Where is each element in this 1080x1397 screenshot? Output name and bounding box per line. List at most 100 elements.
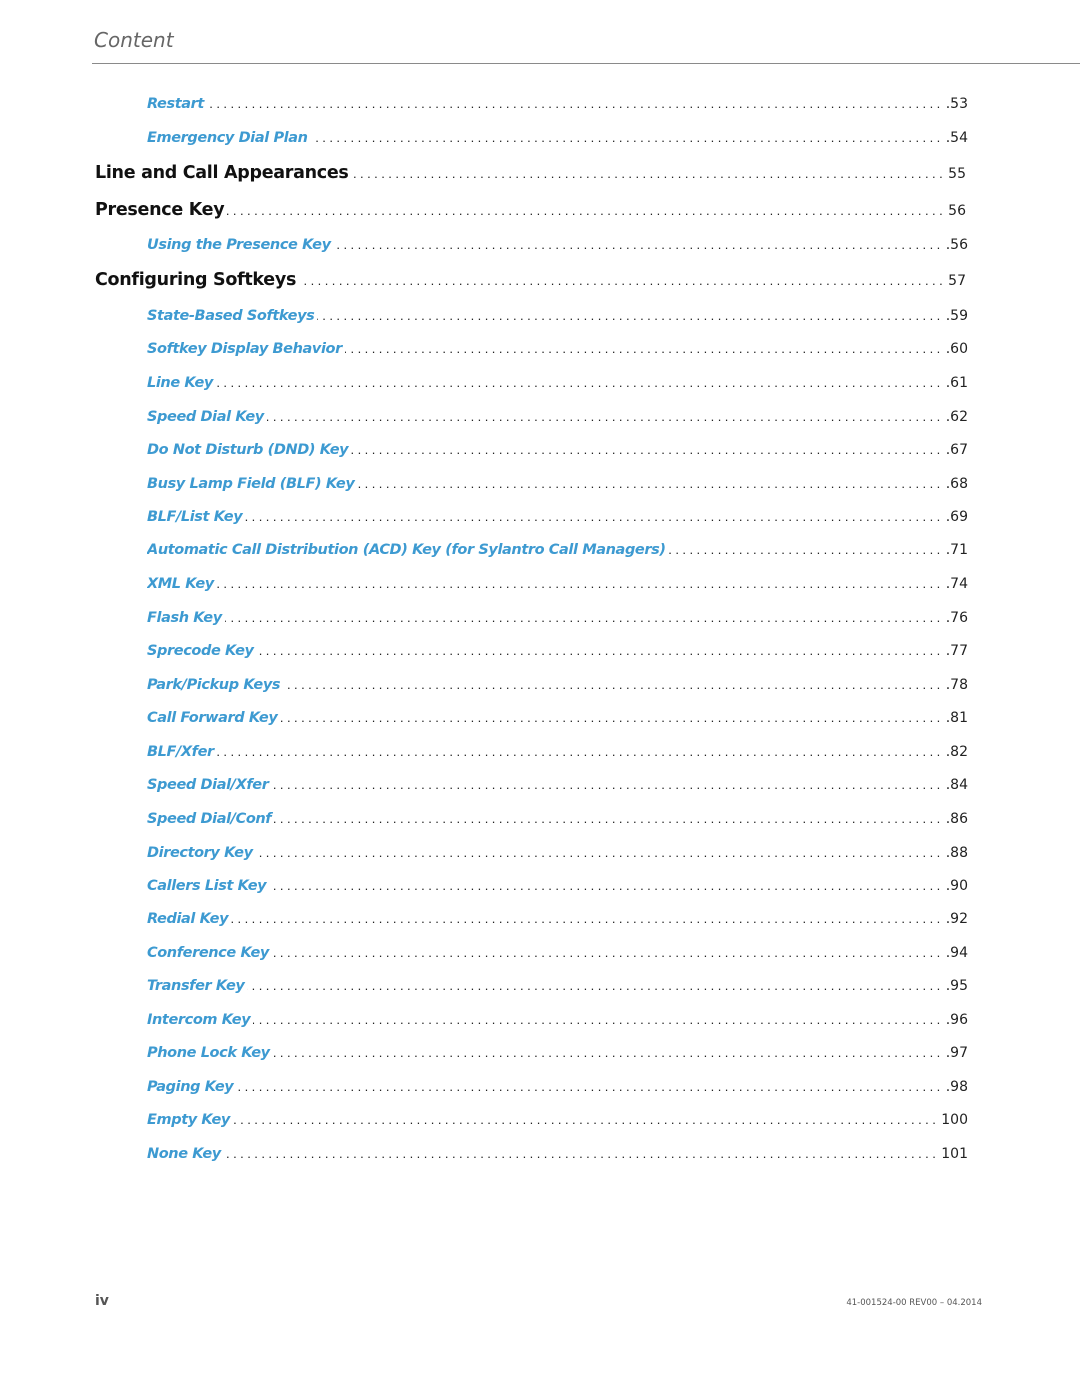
toc-dot-leader: ........................................… bbox=[224, 1146, 940, 1161]
toc-chapter-title[interactable]: Line and Call Appearances bbox=[95, 163, 349, 183]
toc-chapter-title[interactable]: Presence Key bbox=[95, 200, 225, 220]
toc-dot-leader: ........................................… bbox=[274, 811, 944, 826]
toc-page-number: .67 bbox=[945, 442, 968, 458]
toc-entry[interactable]: None Key................................… bbox=[147, 1146, 968, 1168]
toc-dot-leader: ........................................… bbox=[216, 576, 944, 591]
toc-dot-leader: ........................................… bbox=[253, 1012, 944, 1027]
toc-entry[interactable]: XML Key.................................… bbox=[147, 576, 968, 598]
toc-section-link[interactable]: Speed Dial/Conf bbox=[147, 811, 272, 827]
toc-entry[interactable]: Phone Lock Key..........................… bbox=[147, 1045, 968, 1067]
toc-dot-leader: ........................................… bbox=[351, 442, 944, 457]
toc-section-link[interactable]: Softkey Display Behavior bbox=[147, 341, 342, 357]
toc-page-number: .90 bbox=[945, 878, 968, 894]
toc-page-number: .94 bbox=[945, 945, 968, 961]
toc-page-number: .69 bbox=[945, 509, 968, 525]
toc-entry[interactable]: Emergency Dial Plan.....................… bbox=[147, 130, 968, 152]
toc-section-link[interactable]: Flash Key bbox=[147, 610, 222, 626]
toc-entry[interactable]: Speed Dial/Conf.........................… bbox=[147, 811, 968, 833]
toc-dot-leader: ........................................… bbox=[299, 273, 947, 288]
toc-entry[interactable]: Redial Key..............................… bbox=[147, 911, 968, 933]
toc-section-link[interactable]: Emergency Dial Plan bbox=[147, 130, 308, 146]
toc-page-number: .53 bbox=[945, 96, 968, 112]
toc-entry[interactable]: Directory Key...........................… bbox=[147, 845, 968, 867]
toc-section-link[interactable]: Intercom Key bbox=[147, 1012, 251, 1028]
toc-dot-leader: ........................................… bbox=[207, 96, 944, 111]
toc-section-link[interactable]: Empty Key bbox=[147, 1112, 230, 1128]
toc-page-number: .56 bbox=[945, 237, 968, 253]
toc-section-link[interactable]: Directory Key bbox=[147, 845, 253, 861]
toc-entry[interactable]: Restart.................................… bbox=[147, 96, 968, 118]
toc-chapter-title[interactable]: Configuring Softkeys bbox=[95, 270, 296, 290]
toc-entry[interactable]: Call Forward Key........................… bbox=[147, 710, 968, 732]
toc-dot-leader: ........................................… bbox=[357, 476, 944, 491]
header-divider bbox=[92, 63, 1080, 64]
toc-section-link[interactable]: Using the Presence Key bbox=[147, 237, 331, 253]
toc-dot-leader: ........................................… bbox=[311, 130, 944, 145]
toc-page-number: .77 bbox=[945, 643, 968, 659]
toc-page-number: .78 bbox=[945, 677, 968, 693]
toc-entry[interactable]: State-Based Softkeys....................… bbox=[147, 308, 968, 330]
toc-section-link[interactable]: Busy Lamp Field (BLF) Key bbox=[147, 476, 355, 492]
toc-entry[interactable]: Softkey Display Behavior................… bbox=[147, 341, 968, 363]
toc-entry[interactable]: Do Not Disturb (DND) Key................… bbox=[147, 442, 968, 464]
toc-entry[interactable]: Using the Presence Key..................… bbox=[147, 237, 968, 259]
toc-entry[interactable]: Callers List Key........................… bbox=[147, 878, 968, 900]
toc-dot-leader: ........................................… bbox=[256, 643, 944, 658]
toc-section-link[interactable]: BLF/List Key bbox=[147, 509, 243, 525]
toc-entry[interactable]: Conference Key..........................… bbox=[147, 945, 968, 967]
toc-dot-leader: ........................................… bbox=[352, 166, 947, 181]
toc-entry[interactable]: Automatic Call Distribution (ACD) Key (f… bbox=[147, 542, 968, 564]
toc-entry[interactable]: Sprecode Key............................… bbox=[147, 643, 968, 665]
toc-entry[interactable]: Paging Key..............................… bbox=[147, 1079, 968, 1101]
toc-entry[interactable]: Park/Pickup Keys........................… bbox=[147, 677, 968, 699]
toc-dot-leader: ........................................… bbox=[216, 375, 944, 390]
toc-section-link[interactable]: Park/Pickup Keys bbox=[147, 677, 281, 693]
toc-section-link[interactable]: Phone Lock Key bbox=[147, 1045, 270, 1061]
toc-page-number: .61 bbox=[945, 375, 968, 391]
toc-section-link[interactable]: Callers List Key bbox=[147, 878, 267, 894]
toc-entry[interactable]: Intercom Key............................… bbox=[147, 1012, 968, 1034]
toc-dot-leader: ........................................… bbox=[231, 911, 944, 926]
toc-section-link[interactable]: BLF/Xfer bbox=[147, 744, 214, 760]
toc-dot-leader: ........................................… bbox=[216, 744, 944, 759]
toc-dot-leader: ........................................… bbox=[271, 777, 944, 792]
toc-page-number: .60 bbox=[945, 341, 968, 357]
toc-entry[interactable]: Presence Key............................… bbox=[95, 200, 966, 226]
toc-dot-leader: ........................................… bbox=[245, 509, 944, 524]
toc-section-link[interactable]: Automatic Call Distribution (ACD) Key (f… bbox=[147, 542, 666, 558]
toc-section-link[interactable]: Call Forward Key bbox=[147, 710, 278, 726]
toc-entry[interactable]: Configuring Softkeys....................… bbox=[95, 270, 966, 296]
toc-section-link[interactable]: None Key bbox=[147, 1146, 221, 1162]
toc-section-link[interactable]: Speed Dial Key bbox=[147, 409, 264, 425]
toc-entry[interactable]: Line and Call Appearances...............… bbox=[95, 163, 966, 189]
toc-section-link[interactable]: Sprecode Key bbox=[147, 643, 254, 659]
toc-entry[interactable]: Transfer Key............................… bbox=[147, 978, 968, 1000]
toc-section-link[interactable]: Redial Key bbox=[147, 911, 229, 927]
toc-entry[interactable]: Speed Dial Key..........................… bbox=[147, 409, 968, 431]
toc-page-number: 56 bbox=[948, 203, 966, 219]
toc-page-number: .98 bbox=[945, 1079, 968, 1095]
toc-entry[interactable]: Line Key................................… bbox=[147, 375, 968, 397]
toc-page-number: .62 bbox=[945, 409, 968, 425]
toc-section-link[interactable]: Restart bbox=[147, 96, 204, 112]
toc-section-link[interactable]: State-Based Softkeys bbox=[147, 308, 315, 324]
toc-dot-leader: ........................................… bbox=[247, 978, 944, 993]
toc-section-link[interactable]: Conference Key bbox=[147, 945, 269, 961]
toc-page-number: .86 bbox=[945, 811, 968, 827]
toc-section-link[interactable]: Transfer Key bbox=[147, 978, 245, 994]
toc-entry[interactable]: Speed Dial/Xfer.........................… bbox=[147, 777, 968, 799]
toc-section-link[interactable]: XML Key bbox=[147, 576, 214, 592]
toc-entry[interactable]: Empty Key...............................… bbox=[147, 1112, 968, 1134]
toc-entry[interactable]: Flash Key...............................… bbox=[147, 610, 968, 632]
toc-page-number: .54 bbox=[945, 130, 968, 146]
toc-section-link[interactable]: Paging Key bbox=[147, 1079, 234, 1095]
toc-section-link[interactable]: Line Key bbox=[147, 375, 213, 391]
toc-entry[interactable]: BLF/List Key............................… bbox=[147, 509, 968, 531]
toc-entry[interactable]: Busy Lamp Field (BLF) Key...............… bbox=[147, 476, 968, 498]
toc-page-number: .97 bbox=[945, 1045, 968, 1061]
toc-page-number: .92 bbox=[945, 911, 968, 927]
toc-section-link[interactable]: Do Not Disturb (DND) Key bbox=[147, 442, 349, 458]
toc-page-number: .74 bbox=[945, 576, 968, 592]
toc-entry[interactable]: BLF/Xfer................................… bbox=[147, 744, 968, 766]
toc-section-link[interactable]: Speed Dial/Xfer bbox=[147, 777, 269, 793]
